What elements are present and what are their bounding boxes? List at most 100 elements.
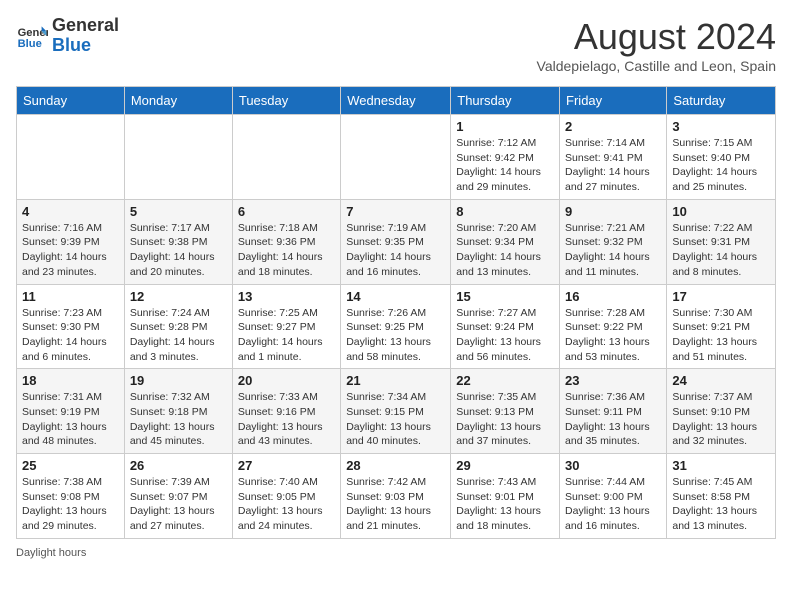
day-info: Sunrise: 7:34 AMSunset: 9:15 PMDaylight:… bbox=[346, 390, 445, 449]
logo-line2: Blue bbox=[52, 36, 119, 56]
day-number: 7 bbox=[346, 204, 445, 219]
calendar-cell: 14 Sunrise: 7:26 AMSunset: 9:25 PMDayligh… bbox=[341, 284, 451, 369]
title-block: August 2024 Valdepielago, Castille and L… bbox=[537, 16, 776, 74]
day-number: 24 bbox=[672, 373, 770, 388]
day-number: 26 bbox=[130, 458, 227, 473]
location: Valdepielago, Castille and Leon, Spain bbox=[537, 58, 776, 74]
day-info: Sunrise: 7:44 AMSunset: 9:00 PMDaylight:… bbox=[565, 475, 661, 534]
calendar-cell: 21 Sunrise: 7:34 AMSunset: 9:15 PMDayligh… bbox=[341, 369, 451, 454]
calendar-cell: 31Sunrise: 7:45 AMSunset: 8:58 PMDayligh… bbox=[667, 454, 776, 539]
calendar-cell: 10 Sunrise: 7:22 AMSunset: 9:31 PMDayligh… bbox=[667, 199, 776, 284]
day-number: 15 bbox=[456, 289, 554, 304]
day-number: 12 bbox=[130, 289, 227, 304]
day-info: Sunrise: 7:32 AMSunset: 9:18 PMDaylight:… bbox=[130, 390, 227, 449]
day-info: Sunrise: 7:37 AMSunset: 9:10 PMDaylight:… bbox=[672, 390, 770, 449]
calendar-cell: 23Sunrise: 7:36 AMSunset: 9:11 PMDayligh… bbox=[560, 369, 667, 454]
calendar-cell: 15 Sunrise: 7:27 AMSunset: 9:24 PMDayligh… bbox=[451, 284, 560, 369]
day-info: Sunrise: 7:16 AMSunset: 9:39 PMDaylight:… bbox=[22, 221, 119, 280]
weekday-header-saturday: Saturday bbox=[667, 87, 776, 115]
calendar-cell: 6Sunrise: 7:18 AMSunset: 9:36 PMDaylight… bbox=[232, 199, 340, 284]
logo-text: General Blue bbox=[52, 16, 119, 56]
calendar-cell: 26 Sunrise: 7:39 AMSunset: 9:07 PMDayligh… bbox=[124, 454, 232, 539]
week-row-3: 11 Sunrise: 7:23 AMSunset: 9:30 PMDayligh… bbox=[17, 284, 776, 369]
calendar-cell: 19 Sunrise: 7:32 AMSunset: 9:18 PMDayligh… bbox=[124, 369, 232, 454]
weekday-header-wednesday: Wednesday bbox=[341, 87, 451, 115]
day-info: Sunrise: 7:19 AMSunset: 9:35 PMDaylight:… bbox=[346, 221, 445, 280]
day-info: Sunrise: 7:30 AMSunset: 9:21 PMDaylight:… bbox=[672, 306, 770, 365]
calendar-cell: 30Sunrise: 7:44 AMSunset: 9:00 PMDayligh… bbox=[560, 454, 667, 539]
weekday-header-friday: Friday bbox=[560, 87, 667, 115]
calendar-cell: 18 Sunrise: 7:31 AMSunset: 9:19 PMDayligh… bbox=[17, 369, 125, 454]
logo-icon: General Blue bbox=[16, 20, 48, 52]
day-number: 8 bbox=[456, 204, 554, 219]
day-number: 3 bbox=[672, 119, 770, 134]
day-number: 17 bbox=[672, 289, 770, 304]
month-year: August 2024 bbox=[537, 16, 776, 58]
daylight-label: Daylight hours bbox=[16, 547, 86, 559]
day-number: 19 bbox=[130, 373, 227, 388]
day-info: Sunrise: 7:39 AMSunset: 9:07 PMDaylight:… bbox=[130, 475, 227, 534]
day-info: Sunrise: 7:22 AMSunset: 9:31 PMDaylight:… bbox=[672, 221, 770, 280]
calendar-cell bbox=[232, 115, 340, 200]
day-number: 16 bbox=[565, 289, 661, 304]
calendar-cell: 27Sunrise: 7:40 AMSunset: 9:05 PMDayligh… bbox=[232, 454, 340, 539]
day-number: 4 bbox=[22, 204, 119, 219]
day-info: Sunrise: 7:21 AMSunset: 9:32 PMDaylight:… bbox=[565, 221, 661, 280]
calendar-cell: 13 Sunrise: 7:25 AMSunset: 9:27 PMDayligh… bbox=[232, 284, 340, 369]
day-number: 1 bbox=[456, 119, 554, 134]
day-info: Sunrise: 7:26 AMSunset: 9:25 PMDaylight:… bbox=[346, 306, 445, 365]
calendar-cell: 29 Sunrise: 7:43 AMSunset: 9:01 PMDayligh… bbox=[451, 454, 560, 539]
calendar-cell: 5Sunrise: 7:17 AMSunset: 9:38 PMDaylight… bbox=[124, 199, 232, 284]
weekday-header-thursday: Thursday bbox=[451, 87, 560, 115]
day-number: 2 bbox=[565, 119, 661, 134]
day-info: Sunrise: 7:25 AMSunset: 9:27 PMDaylight:… bbox=[238, 306, 335, 365]
day-info: Sunrise: 7:35 AMSunset: 9:13 PMDaylight:… bbox=[456, 390, 554, 449]
svg-text:Blue: Blue bbox=[18, 38, 42, 50]
weekday-header-monday: Monday bbox=[124, 87, 232, 115]
day-info: Sunrise: 7:33 AMSunset: 9:16 PMDaylight:… bbox=[238, 390, 335, 449]
calendar-cell bbox=[17, 115, 125, 200]
day-number: 25 bbox=[22, 458, 119, 473]
day-number: 14 bbox=[346, 289, 445, 304]
day-number: 29 bbox=[456, 458, 554, 473]
day-info: Sunrise: 7:14 AMSunset: 9:41 PMDaylight:… bbox=[565, 136, 661, 195]
day-info: Sunrise: 7:28 AMSunset: 9:22 PMDaylight:… bbox=[565, 306, 661, 365]
calendar-cell: 3 Sunrise: 7:15 AMSunset: 9:40 PMDaylight… bbox=[667, 115, 776, 200]
day-number: 6 bbox=[238, 204, 335, 219]
day-info: Sunrise: 7:43 AMSunset: 9:01 PMDaylight:… bbox=[456, 475, 554, 534]
day-number: 18 bbox=[22, 373, 119, 388]
calendar-cell: 9Sunrise: 7:21 AMSunset: 9:32 PMDaylight… bbox=[560, 199, 667, 284]
calendar-cell: 8Sunrise: 7:20 AMSunset: 9:34 PMDaylight… bbox=[451, 199, 560, 284]
day-info: Sunrise: 7:36 AMSunset: 9:11 PMDaylight:… bbox=[565, 390, 661, 449]
logo: General Blue General Blue bbox=[16, 16, 119, 56]
week-row-4: 18 Sunrise: 7:31 AMSunset: 9:19 PMDayligh… bbox=[17, 369, 776, 454]
day-info: Sunrise: 7:31 AMSunset: 9:19 PMDaylight:… bbox=[22, 390, 119, 449]
calendar-cell: 20Sunrise: 7:33 AMSunset: 9:16 PMDayligh… bbox=[232, 369, 340, 454]
day-number: 28 bbox=[346, 458, 445, 473]
week-row-2: 4 Sunrise: 7:16 AMSunset: 9:39 PMDaylight… bbox=[17, 199, 776, 284]
week-row-5: 25 Sunrise: 7:38 AMSunset: 9:08 PMDayligh… bbox=[17, 454, 776, 539]
day-info: Sunrise: 7:42 AMSunset: 9:03 PMDaylight:… bbox=[346, 475, 445, 534]
day-number: 10 bbox=[672, 204, 770, 219]
calendar-cell: 1Sunrise: 7:12 AMSunset: 9:42 PMDaylight… bbox=[451, 115, 560, 200]
day-number: 5 bbox=[130, 204, 227, 219]
calendar-table: SundayMondayTuesdayWednesdayThursdayFrid… bbox=[16, 86, 776, 539]
logo-line1: General bbox=[52, 16, 119, 36]
weekday-header-row: SundayMondayTuesdayWednesdayThursdayFrid… bbox=[17, 87, 776, 115]
day-info: Sunrise: 7:23 AMSunset: 9:30 PMDaylight:… bbox=[22, 306, 119, 365]
calendar-cell: 22Sunrise: 7:35 AMSunset: 9:13 PMDayligh… bbox=[451, 369, 560, 454]
calendar-cell: 12Sunrise: 7:24 AMSunset: 9:28 PMDayligh… bbox=[124, 284, 232, 369]
day-number: 21 bbox=[346, 373, 445, 388]
page-header: General Blue General Blue August 2024 Va… bbox=[16, 16, 776, 74]
day-number: 11 bbox=[22, 289, 119, 304]
calendar-cell: 2 Sunrise: 7:14 AMSunset: 9:41 PMDaylight… bbox=[560, 115, 667, 200]
day-info: Sunrise: 7:45 AMSunset: 8:58 PMDaylight:… bbox=[672, 475, 770, 534]
day-number: 13 bbox=[238, 289, 335, 304]
calendar-cell: 25 Sunrise: 7:38 AMSunset: 9:08 PMDayligh… bbox=[17, 454, 125, 539]
calendar-cell: 24 Sunrise: 7:37 AMSunset: 9:10 PMDayligh… bbox=[667, 369, 776, 454]
calendar-body: 1Sunrise: 7:12 AMSunset: 9:42 PMDaylight… bbox=[17, 115, 776, 539]
day-info: Sunrise: 7:27 AMSunset: 9:24 PMDaylight:… bbox=[456, 306, 554, 365]
day-info: Sunrise: 7:38 AMSunset: 9:08 PMDaylight:… bbox=[22, 475, 119, 534]
day-info: Sunrise: 7:15 AMSunset: 9:40 PMDaylight:… bbox=[672, 136, 770, 195]
calendar-cell: 16 Sunrise: 7:28 AMSunset: 9:22 PMDayligh… bbox=[560, 284, 667, 369]
